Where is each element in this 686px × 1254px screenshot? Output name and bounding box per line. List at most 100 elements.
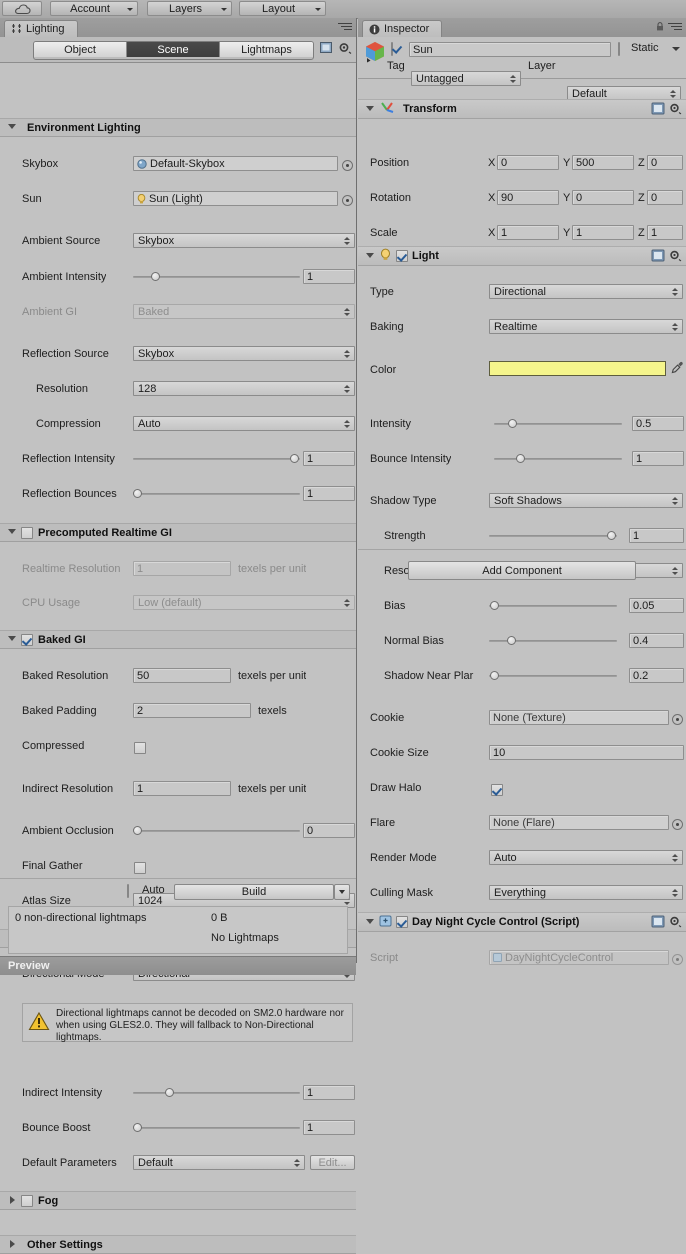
tab-scene[interactable]: Scene (127, 42, 220, 57)
foldout-triangle-icon[interactable] (364, 103, 377, 116)
final-gather-checkbox[interactable] (134, 861, 146, 874)
rotation-z-field[interactable]: 0 (647, 190, 683, 205)
precomputed-gi-checkbox[interactable] (21, 526, 33, 539)
position-x-field[interactable]: 0 (497, 155, 559, 170)
cookie-field[interactable]: None (Texture) (489, 710, 669, 725)
object-name-field[interactable]: Sun (409, 42, 611, 57)
shadow-strength-slider[interactable] (489, 528, 617, 543)
light-type-dropdown[interactable]: Directional (489, 284, 683, 299)
light-color-swatch[interactable] (489, 361, 666, 376)
shadow-strength-value[interactable]: 1 (629, 528, 684, 543)
sun-select-icon[interactable] (342, 195, 353, 206)
tab-lighting[interactable]: Lighting (4, 20, 78, 37)
lock-icon[interactable] (656, 22, 664, 31)
section-other-settings[interactable]: Other Settings (0, 1235, 356, 1254)
section-fog[interactable]: Fog (0, 1191, 356, 1210)
normal-bias-value[interactable]: 0.4 (629, 633, 684, 648)
ambient-source-dropdown[interactable]: Skybox (133, 233, 355, 248)
slider-thumb[interactable] (490, 671, 499, 680)
layout-dropdown[interactable]: Layout (239, 1, 326, 16)
foldout-triangle-icon[interactable] (6, 526, 19, 539)
position-y-field[interactable]: 500 (572, 155, 634, 170)
gear-icon[interactable] (337, 41, 352, 55)
reflection-intensity-slider[interactable] (133, 451, 300, 466)
reflection-source-dropdown[interactable]: Skybox (133, 346, 355, 361)
skybox-field[interactable]: Default-Skybox (133, 156, 338, 171)
layers-dropdown[interactable]: Layers (147, 1, 232, 16)
foldout-triangle-icon[interactable] (6, 1194, 19, 1207)
fog-checkbox[interactable] (21, 1194, 33, 1207)
tab-object[interactable]: Object (34, 42, 127, 57)
edit-parameters-button[interactable]: Edit... (310, 1155, 355, 1170)
shadow-near-plane-value[interactable]: 0.2 (629, 668, 684, 683)
shadow-bias-slider[interactable] (489, 598, 617, 613)
baked-gi-checkbox[interactable] (21, 633, 33, 646)
foldout-triangle-icon[interactable] (6, 633, 19, 646)
scale-y-field[interactable]: 1 (572, 225, 634, 240)
slider-thumb[interactable] (133, 1123, 142, 1132)
foldout-triangle-icon[interactable] (6, 1238, 19, 1251)
culling-mask-dropdown[interactable]: Everything (489, 885, 683, 900)
section-precomputed-realtime-gi[interactable]: Precomputed Realtime GI (0, 523, 356, 542)
compressed-checkbox[interactable] (134, 741, 146, 754)
section-baked-gi[interactable]: Baked GI (0, 630, 356, 649)
slider-thumb[interactable] (133, 489, 142, 498)
draw-halo-checkbox[interactable] (491, 783, 503, 796)
bounce-intensity-slider[interactable] (494, 451, 622, 466)
light-intensity-slider[interactable] (494, 416, 622, 431)
light-intensity-value[interactable]: 0.5 (632, 416, 684, 431)
bounce-intensity-value[interactable]: 1 (632, 451, 684, 466)
component-header-transform[interactable]: Transform (358, 99, 686, 119)
flare-field[interactable]: None (Flare) (489, 815, 669, 830)
reflection-intensity-value[interactable]: 1 (303, 451, 355, 466)
sun-field[interactable]: Sun (Light) (133, 191, 338, 206)
account-dropdown[interactable]: Account (50, 1, 138, 16)
reflection-bounces-slider[interactable] (133, 486, 300, 501)
shadow-near-plane-slider[interactable] (489, 668, 617, 683)
slider-thumb[interactable] (133, 826, 142, 835)
scale-x-field[interactable]: 1 (497, 225, 559, 240)
build-button[interactable]: Build (174, 884, 334, 900)
cookie-select-icon[interactable] (672, 714, 683, 725)
add-component-button[interactable]: Add Component (408, 561, 636, 580)
gear-icon[interactable] (668, 249, 682, 262)
shadow-bias-value[interactable]: 0.05 (629, 598, 684, 613)
panel-menu-icon[interactable] (338, 23, 352, 32)
reflection-resolution-dropdown[interactable]: 128 (133, 381, 355, 396)
object-enabled-checkbox[interactable] (391, 42, 393, 56)
cloud-button[interactable] (2, 1, 42, 16)
eyedropper-icon[interactable] (671, 361, 685, 379)
build-options-button[interactable] (334, 884, 350, 900)
preview-bar[interactable]: Preview (0, 956, 356, 975)
indirect-resolution-value[interactable]: 1 (133, 781, 231, 796)
indirect-intensity-value[interactable]: 1 (303, 1085, 355, 1100)
reflection-compression-dropdown[interactable]: Auto (133, 416, 355, 431)
help-book-icon[interactable] (651, 915, 665, 928)
indirect-intensity-slider[interactable] (133, 1085, 300, 1100)
foldout-triangle-icon[interactable] (6, 121, 19, 134)
slider-thumb[interactable] (507, 636, 516, 645)
flare-select-icon[interactable] (672, 819, 683, 830)
reflection-bounces-value[interactable]: 1 (303, 486, 355, 501)
slider-thumb[interactable] (516, 454, 525, 463)
tag-dropdown[interactable]: Untagged (411, 71, 521, 86)
script-enabled-checkbox[interactable] (396, 916, 408, 928)
panel-menu-icon[interactable] (668, 23, 682, 32)
help-book-icon[interactable] (651, 102, 665, 115)
auto-build-checkbox[interactable] (127, 884, 129, 898)
static-checkbox[interactable] (618, 42, 620, 56)
slider-thumb[interactable] (508, 419, 517, 428)
help-book-icon[interactable] (651, 249, 665, 262)
ambient-occlusion-value[interactable]: 0 (303, 823, 355, 838)
skybox-select-icon[interactable] (342, 160, 353, 171)
slider-thumb[interactable] (607, 531, 616, 540)
slider-thumb[interactable] (165, 1088, 174, 1097)
scale-z-field[interactable]: 1 (647, 225, 683, 240)
tab-inspector[interactable]: Inspector (362, 20, 443, 37)
shadow-type-dropdown[interactable]: Soft Shadows (489, 493, 683, 508)
gear-icon[interactable] (668, 102, 682, 115)
rotation-y-field[interactable]: 0 (572, 190, 634, 205)
slider-thumb[interactable] (290, 454, 299, 463)
gear-icon[interactable] (668, 915, 682, 928)
section-environment-lighting[interactable]: Environment Lighting (0, 118, 356, 137)
